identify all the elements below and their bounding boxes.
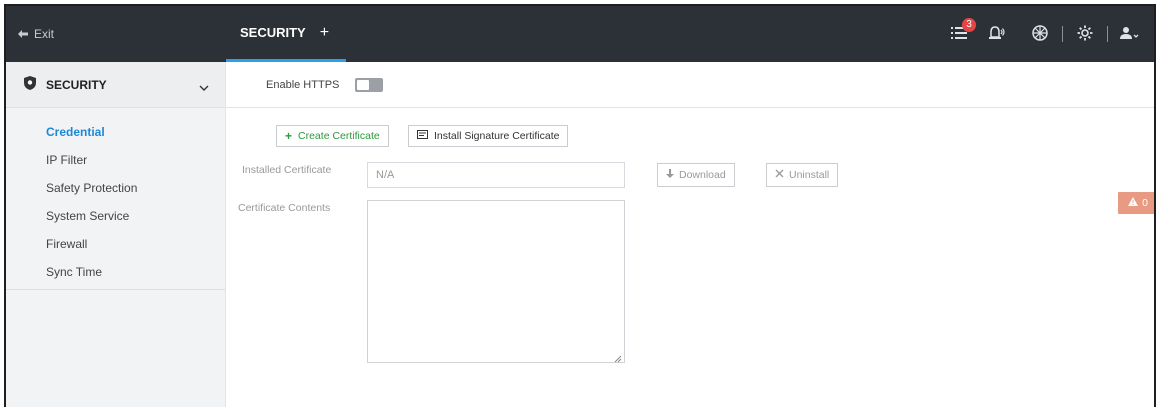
gear-icon (1077, 25, 1093, 44)
sidebar-item-system-service[interactable]: System Service (6, 202, 225, 230)
create-certificate-button[interactable]: + Create Certificate (276, 125, 389, 147)
download-icon (666, 168, 674, 182)
toolbar-divider (1107, 26, 1108, 42)
sidebar-section-security[interactable]: SECURITY (6, 62, 225, 108)
sidebar-item-ip-filter[interactable]: IP Filter (6, 146, 225, 174)
user-menu-button[interactable] (1116, 20, 1144, 48)
installed-certificate-label: Installed Certificate (242, 164, 332, 176)
uninstall-label: Uninstall (789, 169, 830, 181)
tab-security-label: SECURITY (240, 25, 306, 40)
globe-button[interactable] (1026, 20, 1054, 48)
shield-icon (24, 76, 36, 93)
sidebar-menu: Credential IP Filter Safety Protection S… (6, 108, 225, 286)
close-icon (775, 169, 784, 181)
sidebar-item-credential[interactable]: Credential (6, 118, 225, 146)
certificate-icon (417, 130, 428, 142)
install-signature-label: Install Signature Certificate (434, 130, 560, 142)
warning-icon (1128, 197, 1139, 209)
globe-icon (1032, 24, 1048, 44)
notification-badge: 3 (962, 18, 976, 32)
install-signature-certificate-button[interactable]: Install Signature Certificate (408, 125, 569, 147)
alert-indicator[interactable]: 0 (1118, 192, 1154, 214)
exit-label: Exit (34, 27, 55, 41)
sidebar: SECURITY Credential IP Filter Safety Pro… (6, 62, 226, 407)
download-label: Download (679, 169, 726, 181)
installed-certificate-field: N/A (367, 162, 625, 188)
app-window: Exit SECURITY + 3 SECURITY Credential IP… (4, 4, 1156, 407)
user-icon (1120, 26, 1140, 43)
add-tab-button[interactable]: + (320, 24, 329, 42)
sidebar-item-safety-protection[interactable]: Safety Protection (6, 174, 225, 202)
exit-button[interactable]: Exit (18, 6, 54, 62)
settings-button[interactable] (1071, 20, 1099, 48)
enable-https-row: Enable HTTPS (226, 62, 1154, 108)
uninstall-button[interactable]: Uninstall (766, 163, 839, 187)
back-arrow-icon (18, 27, 28, 41)
tab-security[interactable]: SECURITY + (226, 6, 346, 62)
sidebar-item-firewall[interactable]: Firewall (6, 230, 225, 258)
sidebar-section-title: SECURITY (46, 77, 107, 92)
toggle-knob (357, 79, 370, 90)
sidebar-divider (6, 289, 226, 290)
certificate-contents-textarea[interactable] (367, 200, 625, 363)
resize-grip-icon[interactable] (614, 352, 622, 363)
alert-count: 0 (1142, 197, 1148, 209)
toolbar-divider (1062, 26, 1063, 42)
top-bar: Exit SECURITY + 3 (6, 6, 1154, 62)
alarm-button[interactable] (982, 20, 1010, 48)
enable-https-label: Enable HTTPS (266, 78, 340, 91)
alarm-bell-icon (987, 25, 1005, 44)
create-certificate-label: Create Certificate (298, 130, 380, 142)
sidebar-item-sync-time[interactable]: Sync Time (6, 258, 225, 286)
plus-icon: + (285, 129, 293, 143)
certificate-contents-label: Certificate Contents (238, 202, 331, 214)
task-list-button[interactable]: 3 (946, 18, 976, 48)
toolbar-icons: 3 (938, 6, 1154, 62)
download-button[interactable]: Download (657, 163, 735, 187)
enable-https-toggle[interactable] (355, 77, 384, 92)
chevron-down-icon (199, 80, 209, 94)
main-panel: Enable HTTPS + Create Certificate Instal… (226, 62, 1154, 407)
